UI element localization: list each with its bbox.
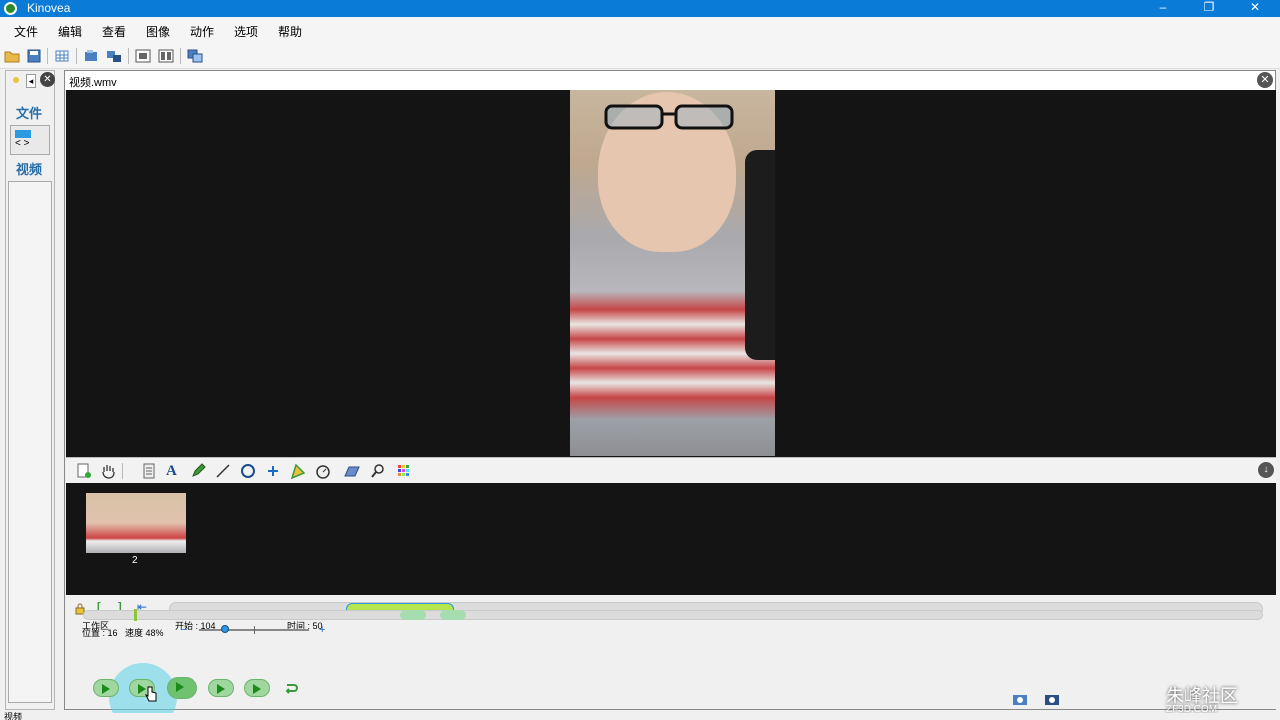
speed-increase-button[interactable]: +: [319, 624, 325, 636]
close-window-button[interactable]: ✕: [1232, 0, 1278, 17]
video-filename: 视频.wmv: [69, 77, 117, 89]
keyframes-strip: 2: [66, 483, 1276, 595]
menu-bar: 文件 编辑 查看 图像 动作 选项 帮助: [0, 17, 1280, 43]
toolbar-separator: [76, 48, 77, 64]
last-frame-button[interactable]: [244, 679, 270, 697]
open-video-icon[interactable]: [83, 48, 99, 64]
video-frame[interactable]: [570, 90, 775, 456]
camera-icon[interactable]: [1012, 692, 1028, 706]
keyframe-marker[interactable]: [440, 610, 466, 620]
watermark: 朱峰社区 ZF3D.COM: [1130, 682, 1270, 715]
save-icon[interactable]: [26, 48, 42, 64]
line-icon[interactable]: [215, 463, 231, 479]
open-folder-icon[interactable]: [4, 48, 20, 64]
kinovea-logo-icon: [4, 2, 17, 15]
first-frame-button[interactable]: [93, 679, 119, 697]
file-explorer-panel: ◂ ✕ 文件 < > 视频: [5, 70, 55, 710]
toolbar-separator: [180, 48, 181, 64]
magnifier-icon[interactable]: [370, 463, 386, 479]
player-header: 视频.wmv ✕: [65, 71, 1275, 90]
status-text: 视频: [4, 712, 23, 720]
nav-left-button[interactable]: ◂: [26, 74, 36, 88]
file-list[interactable]: [8, 181, 52, 703]
expand-toolbar-button[interactable]: ↓: [1258, 462, 1274, 478]
hand-cursor-icon: [144, 686, 157, 702]
speed-label: 速度 48%: [125, 628, 164, 638]
speed-slider-thumb[interactable]: [221, 625, 230, 633]
video-viewport[interactable]: [66, 90, 1276, 457]
cross-icon[interactable]: [265, 463, 281, 479]
next-frame-button[interactable]: [208, 679, 234, 697]
position-cursor[interactable]: [134, 609, 137, 621]
keyframe-thumbnail[interactable]: [86, 493, 186, 553]
angle-icon[interactable]: [290, 463, 306, 479]
tab-video[interactable]: 视频: [16, 159, 42, 178]
keyframe-label: 2: [132, 555, 138, 566]
menu-file[interactable]: 文件: [14, 23, 38, 40]
speed-decrease-button[interactable]: −: [181, 624, 187, 636]
speed-slider-track[interactable]: [199, 625, 309, 634]
file-browser-button[interactable]: < >: [10, 125, 50, 155]
speed-slider-tick: [254, 626, 255, 634]
capture-tools: [1012, 690, 1132, 708]
menu-edit[interactable]: 编辑: [58, 23, 82, 40]
video-content-microphone: [745, 150, 775, 360]
menu-motion[interactable]: 动作: [190, 23, 214, 40]
folder-view-icon: [15, 130, 31, 138]
menu-view[interactable]: 查看: [102, 23, 126, 40]
capture-icon[interactable]: [135, 48, 151, 64]
video-content-glasses: [604, 104, 734, 130]
circle-icon[interactable]: [240, 463, 256, 479]
pin-icon[interactable]: [13, 77, 19, 83]
window-title: Kinovea: [27, 1, 71, 15]
main-toolbar: [0, 43, 1280, 69]
position-label: 位置 : 16: [82, 628, 118, 638]
add-keyframe-icon[interactable]: [76, 463, 92, 479]
close-video-button[interactable]: ✕: [1257, 72, 1273, 88]
nav-arrows-icon: < >: [15, 138, 30, 149]
keyframe-marker[interactable]: [400, 610, 426, 620]
toolbar-separator: [122, 463, 123, 479]
menu-help[interactable]: 帮助: [278, 23, 302, 40]
menu-options[interactable]: 选项: [234, 23, 258, 40]
grid-color-icon[interactable]: [396, 463, 412, 479]
two-screens-icon[interactable]: [106, 48, 122, 64]
menu-image[interactable]: 图像: [146, 23, 170, 40]
grid-icon[interactable]: [54, 48, 70, 64]
hand-icon[interactable]: [100, 463, 116, 479]
close-panel-button[interactable]: ✕: [40, 72, 55, 87]
restore-button[interactable]: ❐: [1186, 0, 1232, 17]
dual-screens-icon[interactable]: [187, 48, 203, 64]
minimize-button[interactable]: –: [1140, 0, 1186, 17]
toolbar-separator: [128, 48, 129, 64]
comment-icon[interactable]: [141, 463, 157, 479]
multi-camera-icon[interactable]: [1044, 692, 1060, 706]
player-screen: 视频.wmv ✕ A ↓ 2 [] ⇤ 工作区 开始: 104 时间: 5…: [64, 70, 1276, 720]
text-icon[interactable]: A: [166, 463, 182, 479]
position-track[interactable]: [83, 609, 1263, 621]
plane-icon[interactable]: [344, 463, 360, 479]
drawing-toolbar: A ↓: [66, 457, 1276, 483]
toolbar-separator: [47, 48, 48, 64]
title-bar: Kinovea – ❐ ✕: [0, 0, 1280, 17]
play-button[interactable]: [167, 677, 197, 699]
loop-icon[interactable]: [284, 681, 298, 695]
status-bar: 视频: [0, 712, 1280, 720]
pencil-icon[interactable]: [190, 463, 206, 479]
tab-file[interactable]: 文件: [16, 103, 42, 122]
capture-two-icon[interactable]: [158, 48, 174, 64]
chrono-icon[interactable]: [315, 463, 331, 479]
